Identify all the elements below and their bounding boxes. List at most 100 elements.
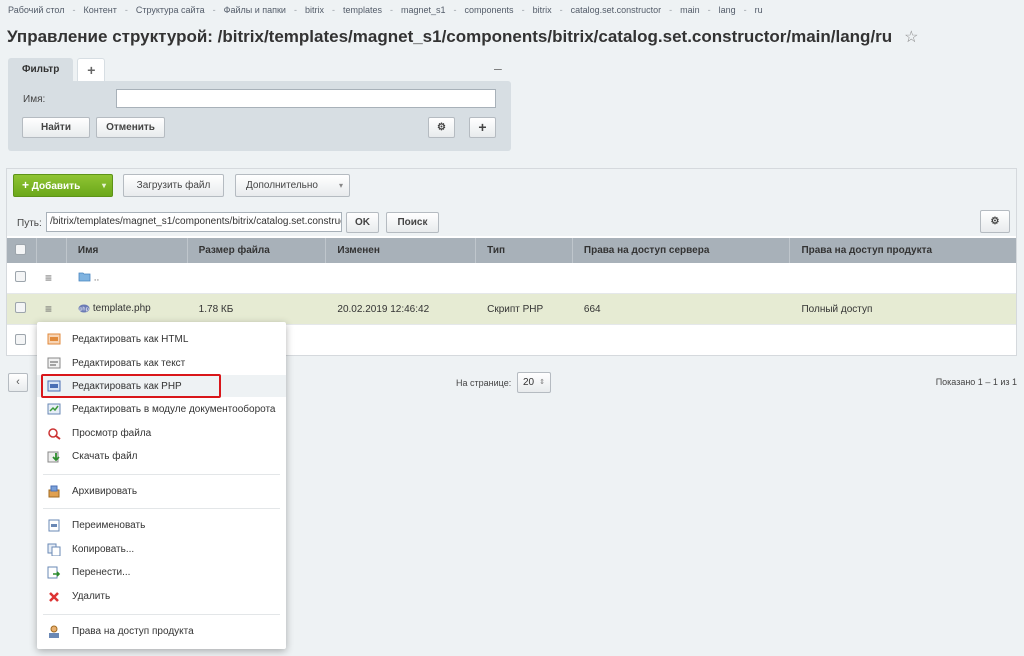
svg-text:php: php [79,307,89,313]
breadcrumb-item[interactable]: main [680,5,700,15]
context-menu: Редактировать как HTML Редактировать как… [37,322,286,649]
breadcrumb-item[interactable]: templates [343,5,382,15]
table-row-parent[interactable]: ≡ .. [7,263,1016,294]
actions-header [37,238,67,263]
prev-page-button[interactable]: ‹ [8,373,28,392]
tab-filter[interactable]: Фильтр [8,58,74,81]
menu-item-download[interactable]: Скачать файл [37,445,286,467]
access-rights-icon [47,625,61,638]
shown-count: Показано 1 – 1 из 1 [935,377,1017,387]
table-header: Имя Размер файла Изменен Тип Права на до… [7,238,1016,263]
star-icon[interactable]: ☆ [904,27,918,47]
name-label: Имя: [23,94,46,105]
menu-item-label: Скачать файл [72,450,138,462]
menu-item-label: Редактировать как HTML [72,333,189,345]
col-size[interactable]: Размер файла [188,238,327,263]
file-name[interactable]: template.php [93,304,151,315]
breadcrumb-item[interactable]: catalog.set.constructor [571,5,662,15]
row-checkbox[interactable] [15,302,26,313]
upload-file-button[interactable]: Загрузить файл [123,174,224,197]
col-name[interactable]: Имя [67,238,188,263]
filter-panel: Имя: Найти Отменить ⚙ + [8,81,511,151]
row-checkbox[interactable] [15,271,26,282]
menu-divider [43,508,280,509]
table-settings-button[interactable]: ⚙ [980,210,1010,233]
menu-item-label: Удалить [72,590,111,602]
add-filter-field-button[interactable]: + [469,117,496,138]
menu-item-label: Редактировать в модуле документооборота [72,403,276,415]
breadcrumb-item[interactable]: Рабочий стол [8,5,65,15]
menu-item-label: Архивировать [72,485,138,497]
spinner-icon: ⇕ [539,379,545,386]
workflow-edit-icon [47,403,61,416]
footer-checkbox[interactable] [15,333,26,345]
menu-item-label: Перенести... [72,566,131,578]
menu-item-label: Редактировать как текст [72,357,186,369]
find-button[interactable]: Найти [22,117,90,138]
menu-divider [43,614,280,615]
path-label: Путь: [17,218,42,229]
menu-item-archive[interactable]: Архивировать [37,480,286,502]
row-menu-icon[interactable]: ≡ [45,271,52,285]
search-button[interactable]: Поиск [386,212,439,233]
php-file-icon: php [78,303,90,314]
select-all-cell [7,238,37,263]
text-edit-icon [47,357,61,370]
menu-item-edit-html[interactable]: Редактировать как HTML [37,328,286,350]
ok-button[interactable]: OK [346,212,379,233]
page-title-row: Управление структурой: /bitrix/templates… [7,27,919,47]
menu-item-delete[interactable]: Удалить [37,585,286,607]
gear-icon: ⚙ [437,122,446,133]
menu-item-edit-text[interactable]: Редактировать как текст [37,352,286,374]
gear-icon: ⚙ [990,216,1000,227]
menu-item-copy[interactable]: Копировать... [37,538,286,560]
toolbar: + Добавить ▾ Загрузить файл Дополнительн… [7,169,1016,236]
menu-item-view[interactable]: Просмотр файла [37,422,286,444]
breadcrumb-item[interactable]: Файлы и папки [224,5,286,15]
filter-settings-button[interactable]: ⚙ [428,117,455,138]
breadcrumb-item[interactable]: lang [719,5,736,15]
name-input[interactable] [116,89,496,108]
breadcrumb-item[interactable]: magnet_s1 [401,5,446,15]
select-all-checkbox[interactable] [15,244,26,255]
menu-item-edit-workflow[interactable]: Редактировать в модуле документооборота [37,398,286,420]
path-input[interactable]: /bitrix/templates/magnet_s1/components/b… [46,212,342,232]
html-edit-icon [47,333,61,346]
col-type[interactable]: Тип [476,238,573,263]
menu-item-label: Права на доступ продукта [72,625,194,637]
menu-item-rename[interactable]: Переименовать [37,514,286,536]
delete-icon [47,590,61,603]
breadcrumb-item[interactable]: components [465,5,514,15]
menu-item-label: Просмотр файла [72,427,152,439]
cancel-button[interactable]: Отменить [96,117,165,138]
breadcrumb-item[interactable]: Структура сайта [136,5,205,15]
more-button-label: Дополнительно [246,180,318,191]
archive-icon [47,485,61,498]
per-page-label: На странице: [456,378,512,388]
minimize-icon[interactable]: – [494,60,502,76]
parent-folder-link[interactable]: .. [94,273,100,284]
col-server-rights[interactable]: Права на доступ сервера [573,238,791,263]
per-page-select[interactable]: 20 ⇕ [517,372,551,393]
add-button[interactable]: + Добавить ▾ [13,174,113,197]
move-icon [47,566,61,579]
more-button[interactable]: Дополнительно ▾ [235,174,350,197]
row-menu-icon[interactable]: ≡ [45,302,52,316]
col-product-rights[interactable]: Права на доступ продукта [790,238,1016,263]
menu-item-label: Переименовать [72,519,146,531]
breadcrumb-item[interactable]: Контент [84,5,117,15]
menu-item-move[interactable]: Перенести... [37,561,286,583]
plus-icon: + [22,178,30,192]
col-modified[interactable]: Изменен [326,238,477,263]
per-page-value: 20 [523,377,535,388]
table-row[interactable]: ≡ php template.php 1.78 КБ 20.02.2019 12… [7,294,1016,325]
add-filter-tab-button[interactable]: + [77,58,106,81]
chevron-down-icon: ▾ [101,181,106,190]
folder-up-icon [78,271,91,285]
menu-item-access-rights[interactable]: Права на доступ продукта [37,620,286,642]
breadcrumb: Рабочий стол - Контент - Структура сайта - … [8,5,763,15]
breadcrumb-item[interactable]: ru [755,5,763,15]
breadcrumb-item[interactable]: bitrix [533,5,552,15]
breadcrumb-item[interactable]: bitrix [305,5,324,15]
rename-icon [47,519,61,532]
